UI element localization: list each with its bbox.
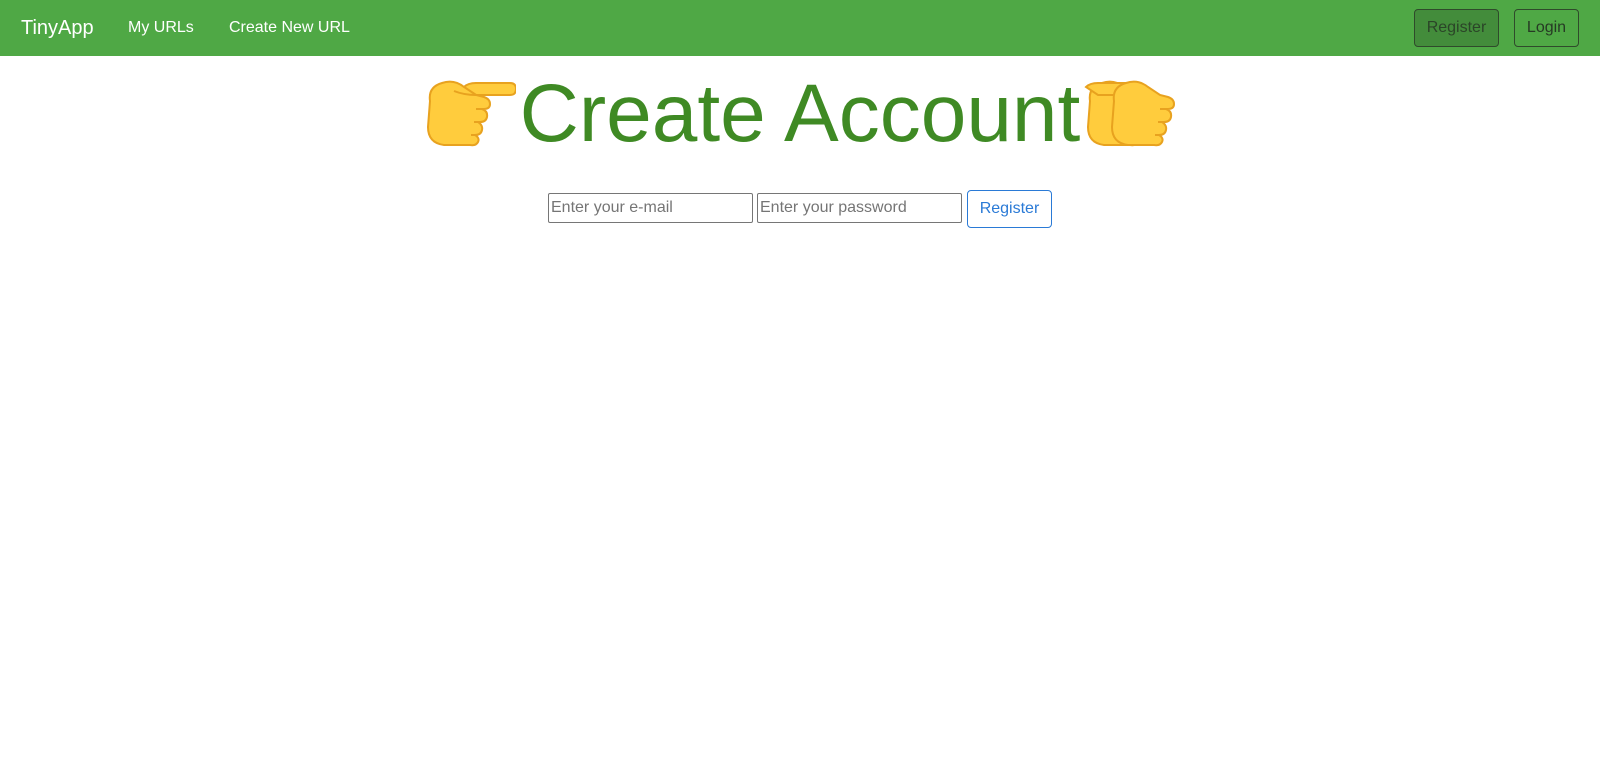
nav-link-create-new-url[interactable]: Create New URL xyxy=(229,17,350,39)
email-field[interactable] xyxy=(548,193,753,223)
nav-link-my-urls[interactable]: My URLs xyxy=(128,17,194,39)
page-heading: Create Account xyxy=(0,66,1600,162)
nav-login-button[interactable]: Login xyxy=(1514,9,1579,47)
navbar: TinyApp My URLs Create New URL Register … xyxy=(0,0,1600,56)
page-title: Create Account xyxy=(519,68,1081,159)
pointing-right-hand-icon xyxy=(424,73,517,147)
nav-register-button[interactable]: Register xyxy=(1414,9,1499,47)
pointing-right-hand-icon xyxy=(1084,73,1176,147)
brand-link[interactable]: TinyApp xyxy=(21,15,94,41)
password-field[interactable] xyxy=(757,193,962,223)
register-submit-button[interactable]: Register xyxy=(967,190,1052,228)
